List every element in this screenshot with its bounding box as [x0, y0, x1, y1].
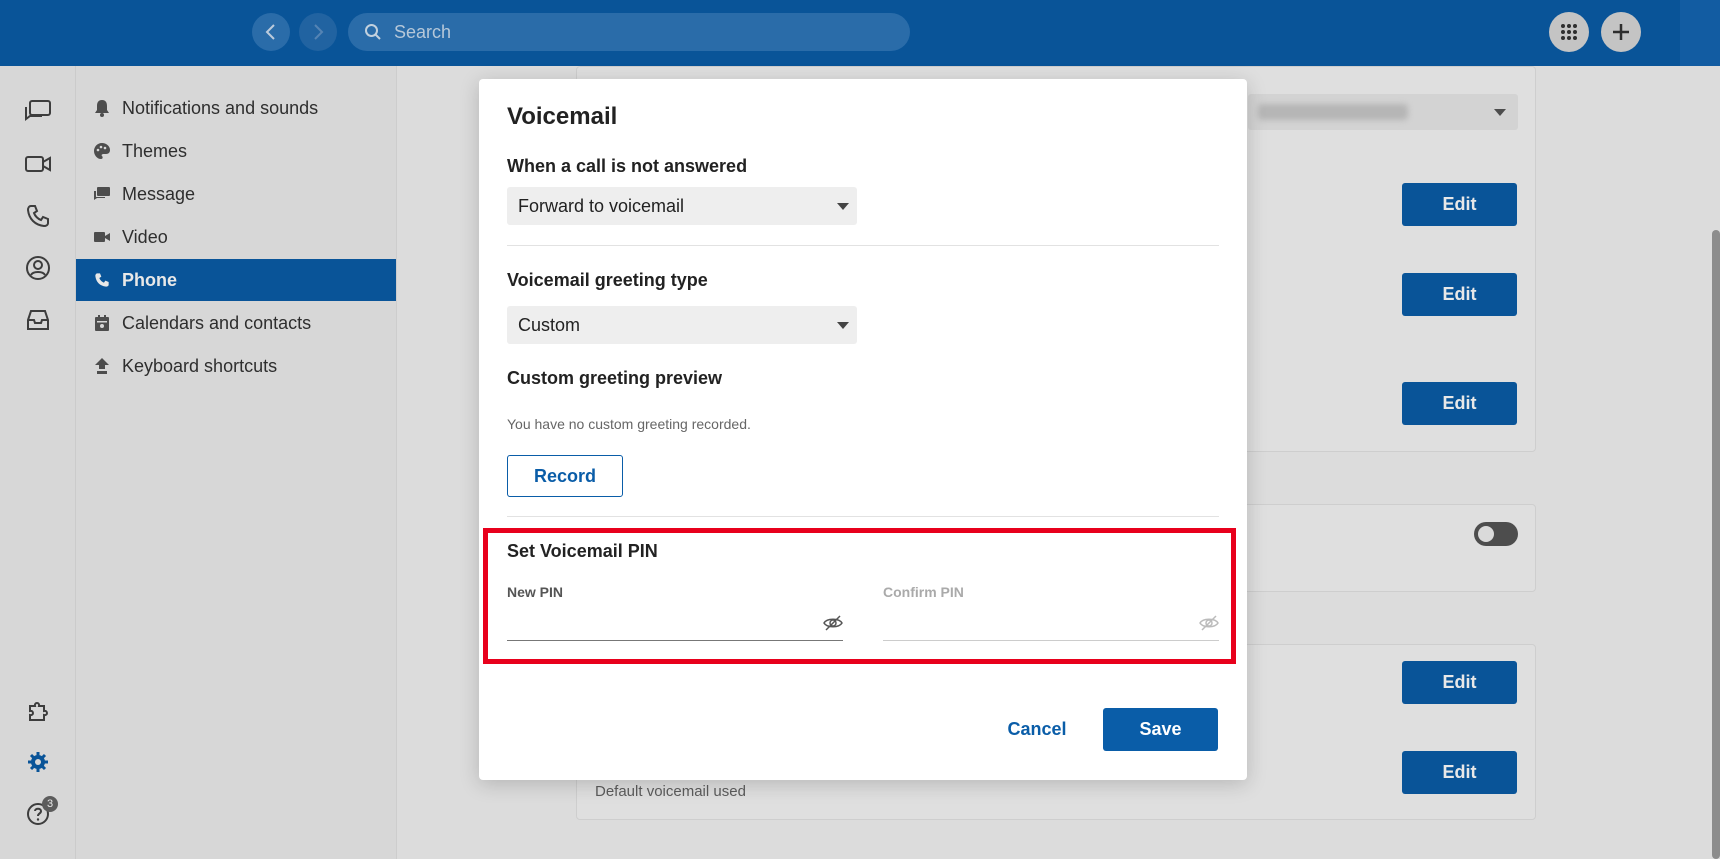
preview-label: Custom greeting preview — [507, 368, 723, 388]
cancel-button[interactable]: Cancel — [987, 708, 1087, 750]
new-pin-input[interactable] — [507, 605, 797, 639]
chevron-down-icon — [837, 322, 849, 329]
eye-slash-icon[interactable] — [823, 613, 843, 633]
save-button[interactable]: Save — [1103, 708, 1218, 751]
record-button[interactable]: Record — [507, 455, 623, 497]
voicemail-dialog: Voicemail When a call is not answered Fo… — [479, 79, 1247, 780]
unanswered-label: When a call is not answered — [507, 156, 748, 176]
new-pin-field[interactable] — [507, 605, 843, 641]
pin-section-title: Set Voicemail PIN — [507, 541, 658, 561]
confirm-pin-label: Confirm PIN — [883, 584, 964, 600]
confirm-pin-field[interactable] — [883, 605, 1219, 641]
unanswered-select-value: Forward to voicemail — [518, 195, 685, 216]
preview-note: You have no custom greeting recorded. — [507, 416, 751, 432]
new-pin-label: New PIN — [507, 584, 564, 600]
dialog-title: Voicemail — [507, 103, 618, 130]
confirm-pin-input[interactable] — [883, 605, 1173, 639]
divider — [507, 245, 1219, 246]
divider — [507, 516, 1219, 517]
unanswered-select[interactable]: Forward to voicemail — [507, 187, 857, 225]
greeting-type-select[interactable]: Custom — [507, 306, 857, 344]
eye-slash-icon — [1199, 615, 1219, 631]
greeting-type-label: Voicemail greeting type — [507, 270, 708, 290]
greeting-type-select-value: Custom — [518, 314, 581, 335]
chevron-down-icon — [837, 203, 849, 210]
